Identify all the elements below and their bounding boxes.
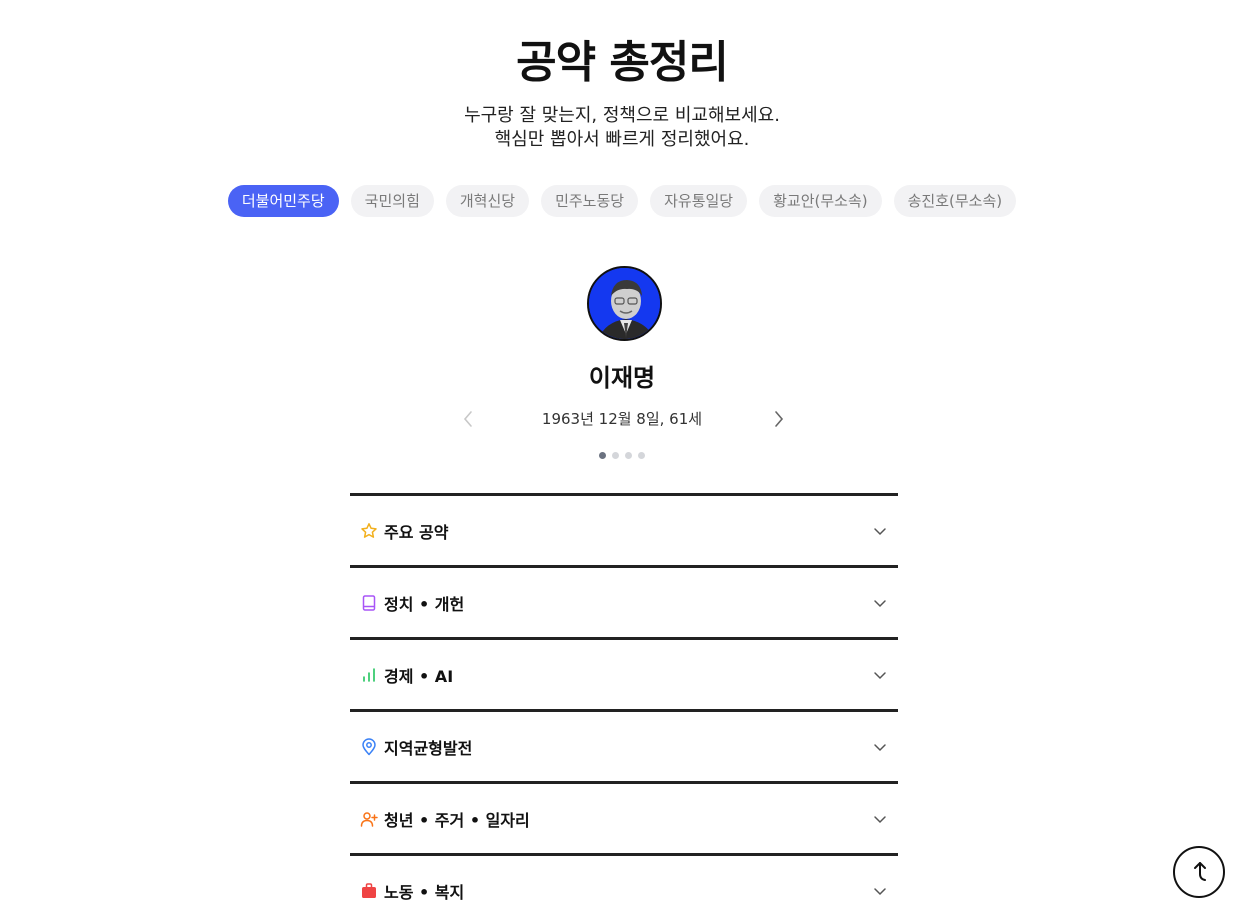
section-labor-welfare[interactable]: 노동 • 복지 bbox=[350, 853, 898, 907]
carousel-dots bbox=[0, 452, 1244, 459]
policy-sections: 주요 공약 정치 • 개헌 경제 • AI 지역균형발전 청년 • 주거 • 일… bbox=[350, 493, 898, 907]
section-main-pledges[interactable]: 주요 공약 bbox=[350, 493, 898, 565]
party-tab-liberty-unification[interactable]: 자유통일당 bbox=[650, 185, 748, 217]
chevron-down-icon bbox=[874, 527, 886, 535]
party-tab-democratic[interactable]: 더불어민주당 bbox=[227, 185, 339, 217]
carousel-dot[interactable] bbox=[599, 452, 606, 459]
section-label: 지역균형발전 bbox=[384, 738, 473, 758]
section-label: 노동 • 복지 bbox=[384, 882, 465, 902]
party-tab-reform[interactable]: 개혁신당 bbox=[445, 185, 530, 217]
bar-chart-icon bbox=[360, 666, 378, 684]
candidate-name: 이재명 bbox=[588, 364, 656, 392]
user-plus-icon bbox=[360, 810, 378, 828]
section-label: 정치 • 개헌 bbox=[384, 594, 465, 614]
carousel-dot[interactable] bbox=[625, 452, 632, 459]
chevron-down-icon bbox=[874, 887, 886, 895]
candidate-birthdate: 1963년 12월 8일, 61세 bbox=[541, 410, 703, 428]
section-regional-development[interactable]: 지역균형발전 bbox=[350, 709, 898, 781]
briefcase-icon bbox=[360, 882, 378, 900]
carousel-dot[interactable] bbox=[612, 452, 619, 459]
carousel-dot[interactable] bbox=[638, 452, 645, 459]
map-pin-icon bbox=[360, 737, 378, 756]
book-icon bbox=[360, 594, 378, 612]
party-tab-hwang-independent[interactable]: 황교안(무소속) bbox=[759, 185, 882, 217]
section-youth-housing-jobs[interactable]: 청년 • 주거 • 일자리 bbox=[350, 781, 898, 853]
party-tab-people-power[interactable]: 국민의힘 bbox=[350, 185, 434, 217]
page-subtitle: 누구랑 잘 맞는지, 정책으로 비교해보세요. 핵심만 뽑아서 빠르게 정리했어… bbox=[0, 104, 1244, 152]
scroll-to-top-button[interactable] bbox=[1173, 846, 1225, 898]
candidate-portrait-icon bbox=[589, 268, 660, 339]
chevron-down-icon bbox=[874, 599, 886, 607]
party-tab-song-independent[interactable]: 송진호(무소속) bbox=[893, 185, 1017, 217]
section-label: 청년 • 주거 • 일자리 bbox=[384, 810, 530, 830]
star-icon bbox=[360, 522, 378, 540]
section-economy-ai[interactable]: 경제 • AI bbox=[350, 637, 898, 709]
party-tab-democratic-labor[interactable]: 민주노동당 bbox=[541, 185, 639, 217]
candidate-avatar bbox=[587, 266, 662, 341]
section-politics-constitution[interactable]: 정치 • 개헌 bbox=[350, 565, 898, 637]
arrow-up-icon bbox=[1194, 862, 1206, 881]
chevron-right-icon bbox=[775, 411, 784, 427]
chevron-down-icon bbox=[874, 743, 886, 751]
subtitle-line-2: 핵심만 뽑아서 빠르게 정리했어요. bbox=[494, 129, 750, 150]
next-candidate-button[interactable] bbox=[769, 408, 789, 430]
party-tabs: 더불어민주당 국민의힘 개혁신당 민주노동당 자유통일당 황교안(무소속) 송진… bbox=[0, 185, 1244, 217]
chevron-down-icon bbox=[874, 815, 886, 823]
section-label: 경제 • AI bbox=[384, 666, 454, 686]
section-label: 주요 공약 bbox=[384, 522, 449, 542]
subtitle-line-1: 누구랑 잘 맞는지, 정책으로 비교해보세요. bbox=[464, 105, 780, 126]
page-title: 공약 총정리 bbox=[516, 37, 729, 88]
chevron-down-icon bbox=[874, 671, 886, 679]
